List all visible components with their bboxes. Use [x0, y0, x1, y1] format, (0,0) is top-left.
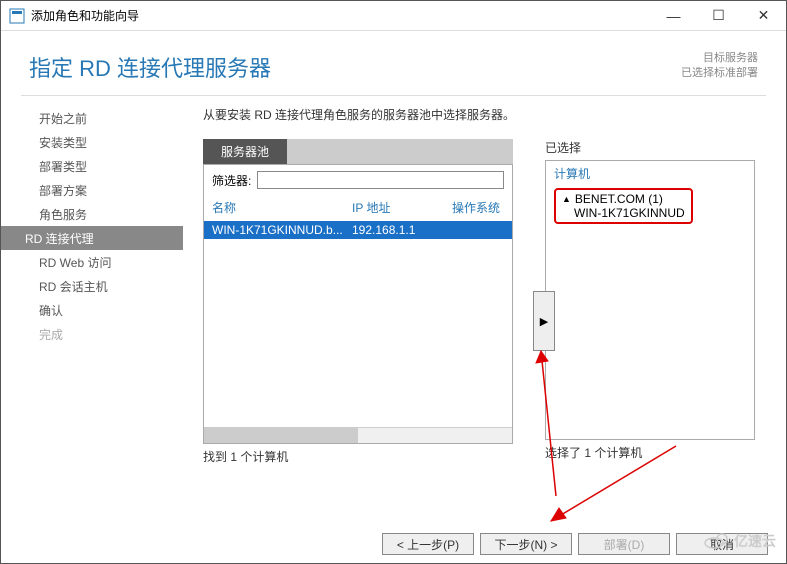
horizontal-scrollbar[interactable]	[204, 427, 512, 443]
close-button[interactable]: ✕	[741, 1, 786, 30]
server-row[interactable]: WIN-1K71GKINNUD.b... 192.168.1.1	[204, 221, 512, 239]
domain-node[interactable]: ▲ BENET.COM (1)	[562, 192, 685, 206]
row-ip: 192.168.1.1	[352, 223, 452, 237]
nav-before-begin[interactable]: 开始之前	[1, 106, 183, 130]
selected-label: 已选择	[545, 139, 755, 156]
annotation-arrow-2	[541, 441, 681, 531]
deployment-label: 已选择标准部署	[681, 66, 758, 81]
column-headers: 名称 IP 地址 操作系统	[204, 195, 512, 221]
filter-label: 筛选器:	[212, 172, 251, 189]
next-button[interactable]: 下一步(N) >	[480, 533, 572, 555]
watermark-text: 亿速云	[734, 531, 776, 551]
nav-deploy-scheme[interactable]: 部署方案	[1, 178, 183, 202]
server-pool-panel: 服务器池 筛选器: 名称 IP 地址 操作系统 WIN-1K71GKINNUD.…	[203, 139, 513, 465]
found-count: 找到 1 个计算机	[203, 448, 513, 465]
nav-role-service[interactable]: 角色服务	[1, 202, 183, 226]
minimize-button[interactable]: —	[651, 1, 696, 30]
watermark: 亿速云	[704, 531, 776, 551]
tab-server-pool[interactable]: 服务器池	[203, 139, 287, 164]
filter-input[interactable]	[257, 171, 504, 189]
header-meta: 目标服务器 已选择标准部署	[681, 51, 758, 83]
deploy-button: 部署(D)	[578, 533, 670, 555]
row-os	[452, 223, 504, 237]
nav-complete: 完成	[1, 322, 183, 346]
nav-rd-session-host[interactable]: RD 会话主机	[1, 274, 183, 298]
expand-icon: ▲	[562, 194, 571, 204]
nav-install-type[interactable]: 安装类型	[1, 130, 183, 154]
watermark-icon	[704, 533, 730, 549]
computer-header: 计算机	[554, 165, 746, 182]
window-controls: — ☐ ✕	[651, 1, 786, 30]
nav-confirm[interactable]: 确认	[1, 298, 183, 322]
app-icon	[9, 8, 25, 24]
col-os[interactable]: 操作系统	[452, 199, 504, 216]
domain-name: BENET.COM (1)	[575, 192, 663, 206]
col-name[interactable]: 名称	[212, 199, 352, 216]
server-node[interactable]: WIN-1K71GKINNUD	[562, 206, 685, 220]
target-server-label: 目标服务器	[681, 51, 758, 66]
selected-panel: 已选择 计算机 ▲ BENET.COM (1) WIN-1K71GKINNUD …	[545, 139, 755, 465]
intro-text: 从要安装 RD 连接代理角色服务的服务器池中选择服务器。	[203, 106, 766, 123]
sidebar-nav: 开始之前 安装类型 部署类型 部署方案 角色服务 RD 连接代理 RD Web …	[1, 96, 183, 516]
page-title: 指定 RD 连接代理服务器	[29, 51, 681, 83]
nav-rd-connection-broker[interactable]: RD 连接代理	[1, 226, 183, 250]
window-title: 添加角色和功能向导	[31, 7, 651, 24]
maximize-button[interactable]: ☐	[696, 1, 741, 30]
prev-button[interactable]: < 上一步(P)	[382, 533, 474, 555]
selected-box: 计算机 ▲ BENET.COM (1) WIN-1K71GKINNUD	[545, 160, 755, 440]
scrollbar-thumb[interactable]	[204, 428, 358, 443]
col-ip[interactable]: IP 地址	[352, 199, 452, 216]
row-name: WIN-1K71GKINNUD.b...	[212, 223, 352, 237]
nav-rd-web-access[interactable]: RD Web 访问	[1, 250, 183, 274]
nav-deploy-type[interactable]: 部署类型	[1, 154, 183, 178]
page-header: 指定 RD 连接代理服务器 目标服务器 已选择标准部署	[1, 31, 786, 95]
selected-highlight: ▲ BENET.COM (1) WIN-1K71GKINNUD	[554, 188, 693, 224]
tab-bar: 服务器池	[203, 139, 513, 164]
pool-box: 筛选器: 名称 IP 地址 操作系统 WIN-1K71GKINNUD.b... …	[203, 164, 513, 444]
title-bar: 添加角色和功能向导 — ☐ ✕	[1, 1, 786, 31]
